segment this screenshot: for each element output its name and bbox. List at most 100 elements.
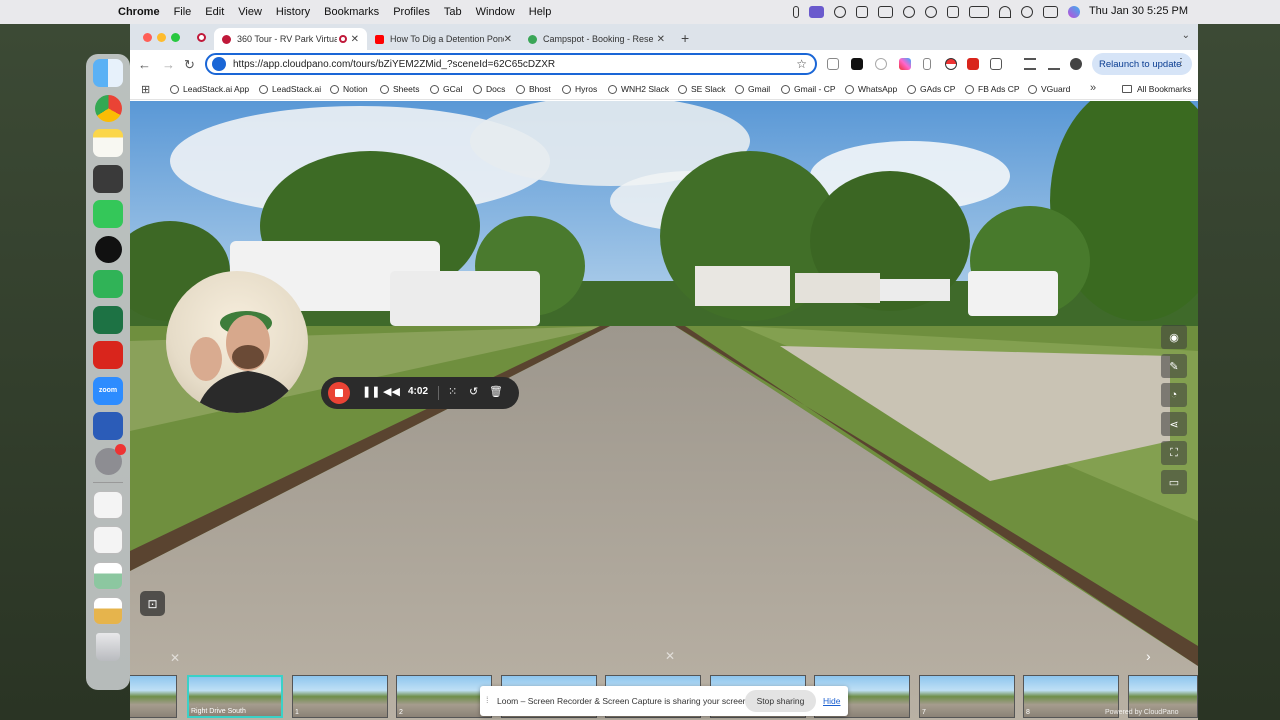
trash-icon[interactable] bbox=[96, 632, 120, 661]
forward-button[interactable]: → bbox=[162, 57, 175, 72]
tab-detention-pond[interactable]: How To Dig a Detention Pond ✕ bbox=[367, 28, 520, 50]
tab-close-icon[interactable]: ✕ bbox=[657, 34, 665, 45]
scene-thumbnail[interactable]: 7 bbox=[919, 675, 1015, 718]
grey-extension-icon[interactable] bbox=[875, 58, 887, 70]
bookmark-hyros[interactable]: Hyros bbox=[562, 84, 597, 94]
rewind-icon[interactable]: ◀◀ bbox=[383, 385, 400, 398]
menu-edit[interactable]: Edit bbox=[205, 6, 224, 18]
play-icon[interactable] bbox=[903, 6, 915, 18]
bookmark-gmail[interactable]: Gmail bbox=[735, 84, 770, 94]
speed-gauge-icon[interactable]: ◔ bbox=[1161, 383, 1187, 407]
edit-pencil-icon[interactable]: ✎ bbox=[1161, 354, 1187, 378]
loom-webcam-bubble[interactable] bbox=[166, 271, 308, 413]
download-icon[interactable] bbox=[1048, 58, 1060, 70]
battery-icon[interactable] bbox=[969, 6, 989, 18]
extensions-puzzle-icon[interactable] bbox=[990, 58, 1002, 70]
pokeball-extension-icon[interactable] bbox=[945, 58, 957, 70]
bookmark-gads-cp[interactable]: GAds CP bbox=[907, 84, 955, 94]
acrobat-icon[interactable] bbox=[93, 341, 123, 369]
tour-menu-icon[interactable]: ⊡ bbox=[140, 591, 165, 616]
panorama-viewer[interactable]: ❚❚ ◀◀ 4:02 ⁙ ↺ 🗑 ◉ ✎ ◔ ⋖ ⛶ ▭ ⊡ ✕ ✕ › Rig… bbox=[130, 101, 1198, 720]
tab-close-icon[interactable]: ✕ bbox=[504, 34, 512, 45]
stop-sharing-button[interactable]: Stop sharing bbox=[745, 690, 816, 712]
minimize-window-button[interactable] bbox=[157, 33, 166, 42]
bookmark-bhost[interactable]: Bhost bbox=[516, 84, 551, 94]
system-settings-icon[interactable] bbox=[94, 443, 126, 475]
bookmark-leadstack[interactable]: LeadStack.ai bbox=[259, 84, 321, 94]
previous-scene-icon[interactable]: ✕ bbox=[170, 651, 180, 665]
menu-profiles[interactable]: Profiles bbox=[393, 6, 430, 18]
menubar-app-name[interactable]: Chrome bbox=[118, 6, 160, 18]
scene-thumbnail[interactable] bbox=[130, 675, 177, 718]
lock-icon[interactable] bbox=[947, 6, 959, 18]
tab-campspot[interactable]: Campspot - Booking - Reser ✕ bbox=[520, 28, 673, 50]
bookmark-docs[interactable]: Docs bbox=[473, 84, 505, 94]
delete-recording-icon[interactable]: 🗑 bbox=[489, 385, 503, 398]
messages-icon[interactable] bbox=[93, 200, 123, 228]
relaunch-to-update-button[interactable]: Relaunch to update ⋮ bbox=[1092, 53, 1192, 75]
hotspot-marker-icon[interactable]: ✕ bbox=[665, 649, 675, 663]
finder-icon[interactable] bbox=[93, 59, 123, 87]
url-text[interactable]: https://app.cloudpano.com/tours/bZiYEM2Z… bbox=[233, 59, 555, 70]
apps-grid-icon[interactable]: ⊞ bbox=[141, 83, 150, 96]
menu-bookmarks[interactable]: Bookmarks bbox=[324, 6, 379, 18]
screen-share-icon[interactable] bbox=[809, 6, 824, 18]
menu-file[interactable]: File bbox=[174, 6, 192, 18]
new-tab-button[interactable]: + bbox=[681, 30, 689, 46]
stop-recording-button[interactable] bbox=[328, 382, 350, 404]
acrobat-extension-icon[interactable] bbox=[967, 58, 979, 70]
menu-window[interactable]: Window bbox=[476, 6, 515, 18]
powered-by-label[interactable]: Powered by CloudPano bbox=[1105, 709, 1179, 716]
wifi-icon[interactable] bbox=[999, 6, 1011, 18]
chrome-icon[interactable] bbox=[94, 94, 122, 122]
menu-help[interactable]: Help bbox=[529, 6, 552, 18]
calculator-icon[interactable] bbox=[93, 164, 123, 193]
scene-thumbnail-selected[interactable]: Right Drive South bbox=[187, 675, 283, 718]
reload-button[interactable]: ↻ bbox=[184, 57, 195, 73]
bookmark-whatsapp[interactable]: WhatsApp bbox=[845, 84, 897, 94]
zoom-app-icon[interactable]: zoom bbox=[93, 376, 123, 405]
color-extension-icon[interactable] bbox=[899, 58, 911, 70]
back-button[interactable]: ← bbox=[138, 57, 151, 72]
hide-notice-link[interactable]: Hide bbox=[823, 696, 840, 706]
chatgpt-icon[interactable] bbox=[94, 235, 122, 263]
all-bookmarks-button[interactable]: All Bookmarks bbox=[1122, 84, 1191, 94]
panorama-scene[interactable] bbox=[130, 101, 1198, 720]
tab-search-button[interactable]: ⌄ bbox=[1182, 30, 1190, 41]
numbers-icon[interactable] bbox=[93, 270, 123, 298]
bookmark-wnh2-slack[interactable]: WNH2 Slack bbox=[608, 84, 669, 94]
bookmark-sheets[interactable]: Sheets bbox=[380, 84, 419, 94]
vr-headset-icon[interactable]: ▭ bbox=[1161, 470, 1187, 494]
spotlight-search-icon[interactable] bbox=[1021, 6, 1033, 18]
recent-document-icon[interactable] bbox=[93, 490, 123, 519]
pause-icon[interactable]: ❚❚ bbox=[362, 385, 380, 398]
next-scene-icon[interactable]: › bbox=[1146, 648, 1151, 664]
more-menu-icon[interactable]: ⋮ bbox=[1176, 57, 1186, 68]
word-icon[interactable] bbox=[93, 412, 123, 440]
scene-thumbnail[interactable]: 1 bbox=[292, 675, 388, 718]
close-window-button[interactable] bbox=[143, 33, 152, 42]
notes-icon[interactable] bbox=[93, 129, 123, 157]
display-icon[interactable] bbox=[856, 6, 868, 18]
menu-history[interactable]: History bbox=[276, 6, 310, 18]
pinned-tab-icon[interactable] bbox=[197, 33, 206, 42]
extension-icon[interactable] bbox=[851, 58, 863, 70]
siri-icon[interactable] bbox=[1068, 6, 1080, 18]
menubar-clock[interactable]: Thu Jan 30 5:25 PM bbox=[1089, 5, 1188, 17]
excel-icon[interactable] bbox=[93, 305, 123, 334]
tab-groups-icon[interactable] bbox=[1024, 58, 1036, 70]
tab-close-icon[interactable]: ✕ bbox=[351, 34, 359, 45]
site-info-icon[interactable] bbox=[212, 57, 226, 71]
bookmark-gmail-cp[interactable]: Gmail - CP bbox=[781, 84, 836, 94]
bookmark-se-slack[interactable]: SE Slack bbox=[678, 84, 726, 94]
more-bookmarks-button[interactable]: » bbox=[1090, 82, 1096, 94]
share-icon[interactable]: ⋖ bbox=[1161, 412, 1187, 436]
zoom-status-icon[interactable] bbox=[834, 6, 846, 18]
tab-360-tour[interactable]: 360 Tour - RV Park Virtua ✕ bbox=[214, 28, 367, 50]
drawing-tools-icon[interactable]: ⁙ bbox=[448, 385, 457, 398]
maximize-window-button[interactable] bbox=[171, 33, 180, 42]
bookmark-fb-ads-cp[interactable]: FB Ads CP bbox=[965, 84, 1020, 94]
microphone-icon[interactable] bbox=[793, 6, 799, 18]
recent-spreadsheet-icon[interactable] bbox=[93, 526, 123, 554]
bookmark-leadstack-app[interactable]: LeadStack.ai App bbox=[170, 84, 249, 94]
